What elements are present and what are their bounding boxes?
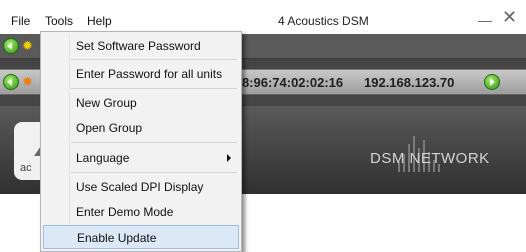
title-bar: File Tools Help 4 Acoustics DSM — ✕	[0, 0, 526, 34]
status-light-icon: ✹	[22, 38, 33, 53]
play-arrow-icon[interactable]	[484, 74, 500, 90]
device-ip-address: 192.168.123.70	[364, 75, 455, 90]
menu-item-new-group[interactable]: New Group	[41, 91, 241, 115]
device-collapse-icon[interactable]	[3, 74, 19, 90]
brand-logo-text: ac	[20, 162, 32, 174]
menu-item-set-software-password[interactable]: Set Software Password	[41, 34, 241, 58]
device-mac-address: b8:96:74:02:02:16	[234, 75, 344, 90]
collapse-arrow-icon[interactable]	[3, 38, 19, 54]
menu-item-use-scaled-dpi[interactable]: Use Scaled DPI Display	[41, 175, 241, 199]
close-button[interactable]: ✕	[502, 8, 517, 26]
device-status-icon: ✹	[22, 74, 33, 89]
menu-separator	[71, 88, 237, 89]
menu-separator	[71, 59, 237, 60]
menu-file[interactable]: File	[11, 14, 30, 28]
submenu-arrow-icon	[227, 154, 231, 162]
window-title: 4 Acoustics DSM	[278, 14, 369, 28]
menu-item-enable-update[interactable]: Enable Update	[43, 225, 239, 249]
menu-help[interactable]: Help	[87, 14, 112, 28]
menu-item-enter-demo-mode[interactable]: Enter Demo Mode	[41, 200, 241, 224]
menu-tools[interactable]: Tools	[45, 14, 73, 28]
tools-dropdown-menu: Set Software Password Enter Password for…	[40, 31, 242, 252]
menu-separator	[71, 172, 237, 173]
menu-item-open-group[interactable]: Open Group	[41, 116, 241, 140]
menu-item-language[interactable]: Language	[41, 146, 241, 170]
minimize-button[interactable]: —	[478, 11, 492, 29]
dsm-network-label: DSM NETWORK	[370, 150, 490, 167]
menu-item-enter-password-all-units[interactable]: Enter Password for all units	[41, 62, 241, 86]
menu-separator	[71, 142, 237, 143]
